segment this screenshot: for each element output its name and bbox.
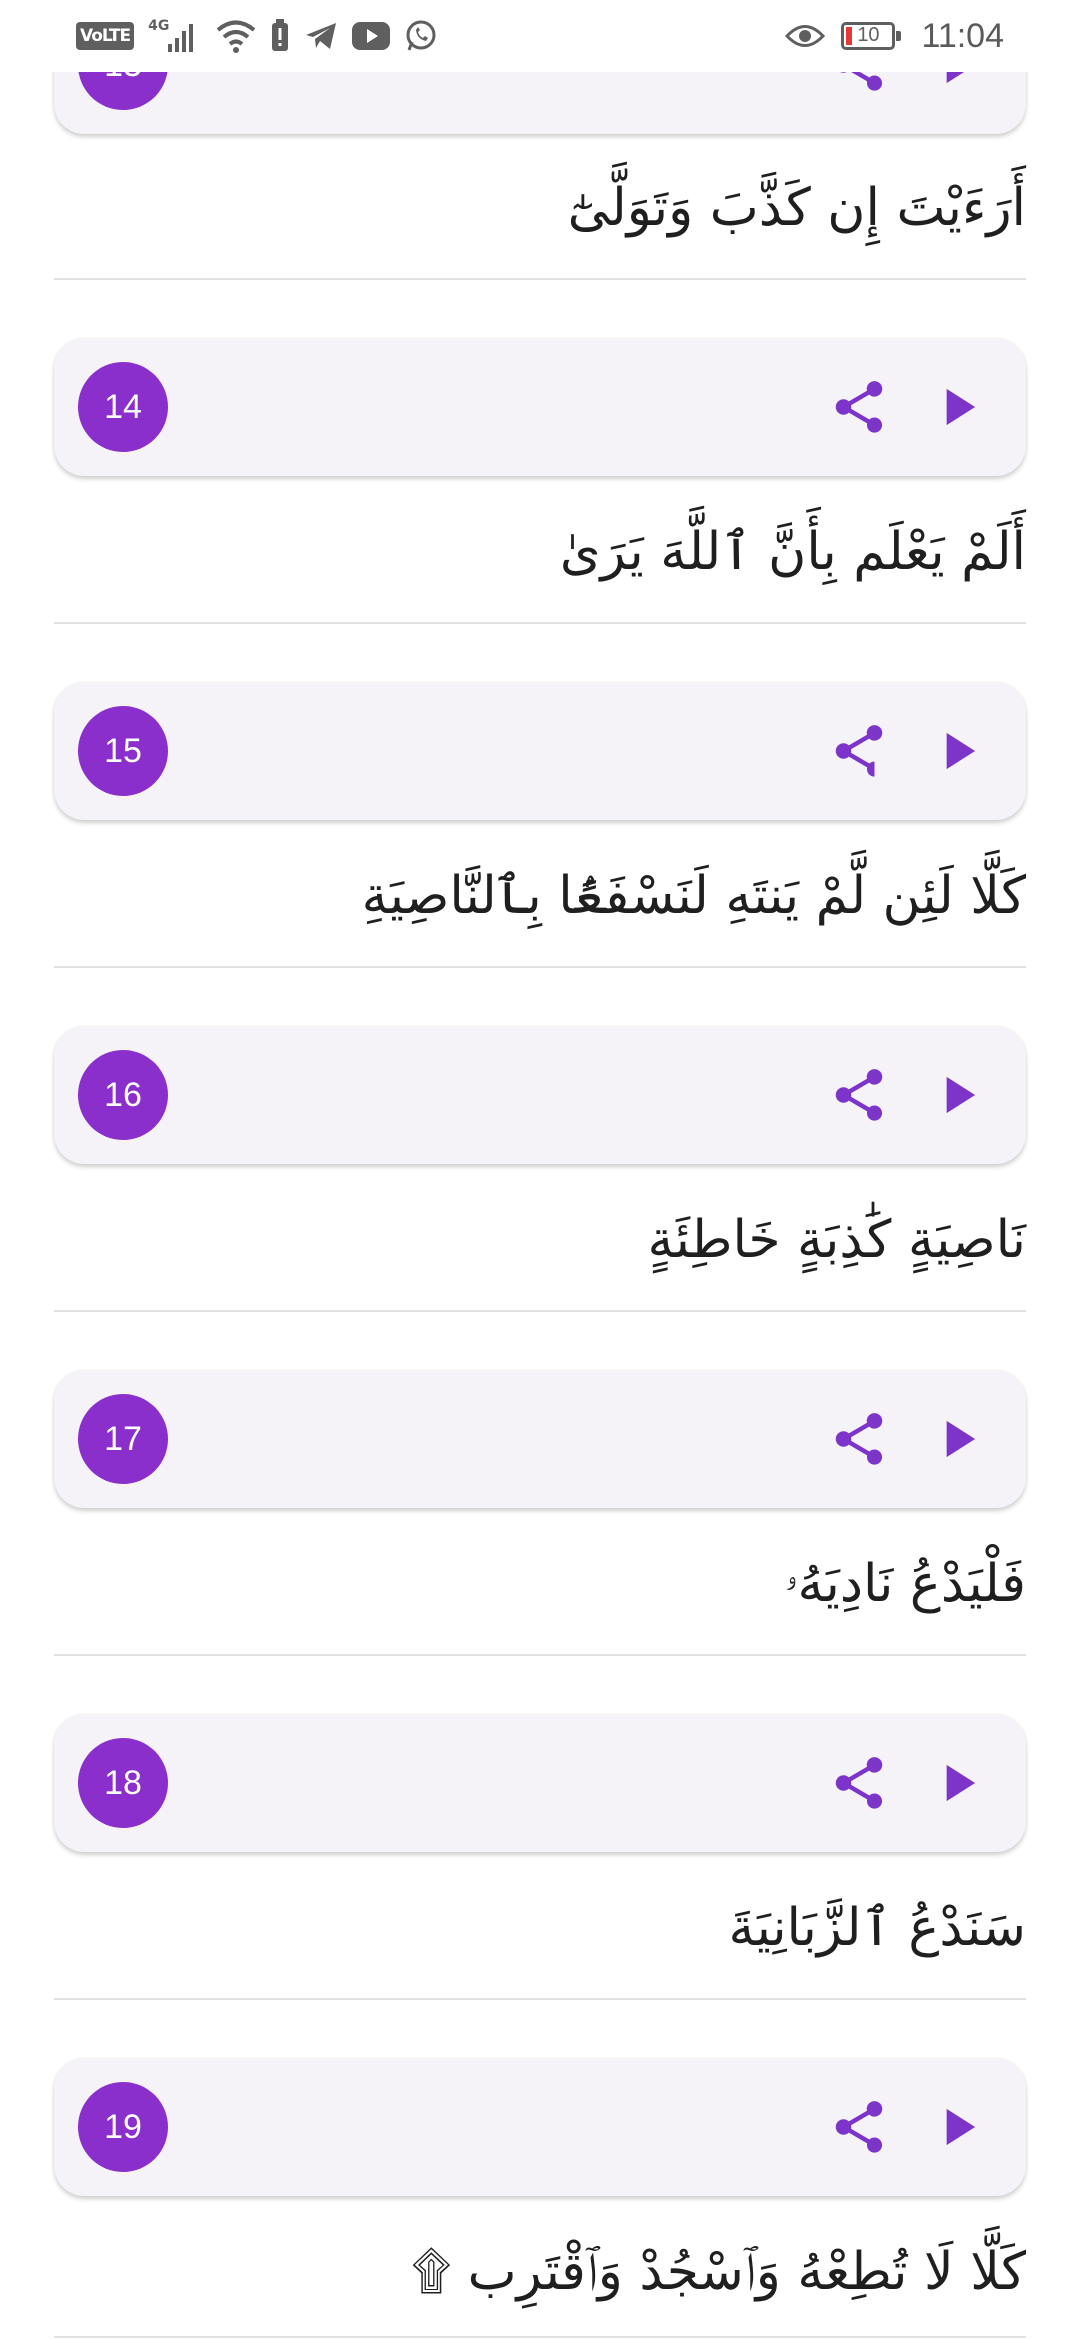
divider — [54, 1998, 1026, 2000]
play-icon — [946, 732, 976, 770]
battery-percent: 10 — [857, 24, 880, 46]
play-button[interactable] — [924, 718, 990, 784]
share-button[interactable] — [826, 2094, 892, 2160]
status-bar: VoLTE 4G 10 11:04 — [0, 0, 1080, 72]
telegram-icon — [304, 21, 338, 51]
status-time: 11:04 — [921, 16, 1004, 55]
status-bar-right: 10 11:04 — [785, 14, 1004, 58]
play-button[interactable] — [924, 1406, 990, 1472]
share-icon — [835, 1757, 883, 1809]
verse-text: أَلَمْ يَعْلَم بِأَنَّ ٱللَّهَ يَرَىٰ — [559, 522, 1026, 582]
verse-card: 15 — [54, 682, 1026, 820]
share-button[interactable] — [826, 718, 892, 784]
verse-text: فَلْيَدْعُ نَادِيَهُۥ — [784, 1554, 1026, 1614]
verse-number-badge: 14 — [78, 362, 168, 452]
verse-card: 16 — [54, 1026, 1026, 1164]
verse-text: كَلَّا لَئِن لَّمْ يَنتَهِ لَنَسْفَعًۢا … — [361, 866, 1026, 926]
play-icon — [946, 1420, 976, 1458]
wifi-icon — [216, 19, 256, 53]
play-icon — [946, 1076, 976, 1114]
share-button[interactable] — [826, 1062, 892, 1128]
verse-number-badge: 19 — [78, 2082, 168, 2172]
divider — [54, 622, 1026, 624]
share-button[interactable] — [826, 374, 892, 440]
play-button[interactable] — [924, 2094, 990, 2160]
share-icon — [835, 1069, 883, 1121]
play-button[interactable] — [924, 1062, 990, 1128]
volte-indicator: VoLTE — [76, 22, 135, 50]
play-icon — [946, 2108, 976, 2146]
play-button[interactable] — [924, 374, 990, 440]
play-icon — [946, 1764, 976, 1802]
signal-icon: 4G — [148, 18, 202, 54]
share-button[interactable] — [826, 1750, 892, 1816]
verse-card: 14 — [54, 338, 1026, 476]
share-icon — [835, 2101, 883, 2153]
play-icon — [946, 388, 976, 426]
divider — [54, 1310, 1026, 1312]
verse-text: كَلَّا لَا تُطِعْهُ وَٱسْجُدْ وَٱقْتَرِب… — [411, 2242, 1026, 2302]
verse-card: 19 — [54, 2058, 1026, 2196]
verse-number-badge: 15 — [78, 706, 168, 796]
verse-number-badge: 18 — [78, 1738, 168, 1828]
whatsapp-icon — [404, 19, 438, 53]
divider — [54, 966, 1026, 968]
share-icon — [835, 725, 883, 777]
battery-alert-icon — [270, 19, 290, 53]
eye-comfort-icon — [785, 23, 826, 49]
screen: VoLTE 4G 10 11:04 أَرَءَيْتَ إِن كَذَّبَ… — [0, 0, 1080, 2340]
verse-number-badge: 17 — [78, 1394, 168, 1484]
verse-card: 18 — [54, 1714, 1026, 1852]
youtube-icon — [352, 22, 391, 50]
divider — [54, 278, 1026, 280]
divider — [54, 1654, 1026, 1656]
battery-icon: 10 — [841, 22, 902, 50]
share-icon — [835, 381, 883, 433]
verse-number-badge: 16 — [78, 1050, 168, 1140]
status-bar-left: VoLTE 4G — [76, 18, 438, 54]
verse-card: 17 — [54, 1370, 1026, 1508]
share-icon — [835, 1413, 883, 1465]
play-button[interactable] — [924, 1750, 990, 1816]
verse-text: نَاصِيَةٍ كَٰذِبَةٍ خَاطِئَةٍ — [647, 1210, 1026, 1270]
divider — [54, 2336, 1026, 2338]
share-button[interactable] — [826, 1406, 892, 1472]
verse-text: سَنَدْعُ ٱلزَّبَانِيَةَ — [728, 1898, 1026, 1958]
verse-text: أَرَءَيْتَ إِن كَذَّبَ وَتَوَلَّىٰٓ — [567, 178, 1026, 238]
